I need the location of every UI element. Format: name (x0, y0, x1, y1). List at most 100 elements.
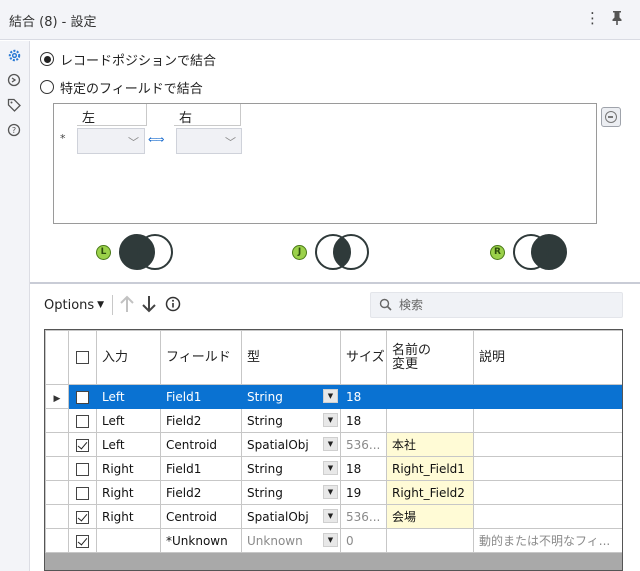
rename-cell[interactable]: Right_Field2 (386, 480, 474, 505)
left-field-dropdown[interactable]: ﹀ (77, 128, 145, 154)
description-cell[interactable] (473, 432, 622, 457)
input-cell: Left (96, 384, 161, 409)
rename-cell[interactable]: 会場 (386, 504, 474, 529)
type-cell[interactable]: String ▼ (241, 480, 341, 505)
rename-cell[interactable]: Right_Field1 (386, 456, 474, 481)
type-dropdown-icon[interactable]: ▼ (323, 389, 338, 403)
join-by-field-radio[interactable] (40, 80, 54, 94)
input-column-header[interactable]: 入力 (96, 330, 161, 385)
row-indicator-header (45, 330, 69, 385)
right-field-dropdown[interactable]: ﹀ (176, 128, 242, 154)
rename-cell[interactable] (386, 528, 474, 553)
select-checkbox-cell[interactable] (68, 384, 97, 409)
type-dropdown-icon[interactable]: ▼ (323, 461, 338, 475)
gear-icon[interactable] (6, 47, 22, 63)
field-cell: Field1 (160, 456, 242, 481)
size-cell[interactable]: 0 (340, 528, 387, 553)
field-column-header[interactable]: フィールド (160, 330, 242, 385)
select-checkbox[interactable] (76, 414, 89, 428)
more-vert-icon[interactable]: ⋮ (585, 9, 600, 27)
rename-cell[interactable] (386, 384, 474, 409)
table-row[interactable]: Right Field2 String ▼ 19 Right_Field2 (45, 480, 622, 505)
table-row[interactable]: Right Field1 String ▼ 18 Right_Field1 (45, 456, 622, 481)
size-column-header[interactable]: サイズ (340, 330, 387, 385)
rename-cell[interactable]: 本社 (386, 432, 474, 457)
table-row[interactable]: *Unknown Unknown ▼ 0 動的または不明なフィ... (45, 528, 622, 553)
select-checkbox-cell[interactable] (68, 432, 97, 457)
select-checkbox[interactable] (76, 486, 89, 500)
select-checkbox-cell[interactable] (68, 408, 97, 433)
row-indicator[interactable] (45, 528, 69, 553)
rename-column-header[interactable]: 名前の変更 (386, 330, 474, 385)
rename-cell[interactable] (386, 408, 474, 433)
remove-field-button[interactable] (601, 107, 621, 127)
type-cell[interactable]: Unknown ▼ (241, 528, 341, 553)
help-icon[interactable]: ? (6, 122, 22, 138)
row-indicator[interactable] (45, 432, 69, 457)
select-checkbox-cell[interactable] (68, 456, 97, 481)
move-up-icon[interactable] (119, 295, 135, 316)
size-cell[interactable]: 18 (340, 456, 387, 481)
select-checkbox[interactable] (76, 390, 89, 404)
type-cell[interactable]: SpatialObj ▼ (241, 504, 341, 529)
select-checkbox-cell[interactable] (68, 504, 97, 529)
header-row: 入力 フィールド 型 サイズ 名前の変更 説明 (45, 330, 622, 385)
options-menu[interactable]: Options ▼ (44, 298, 104, 313)
join-by-field-option[interactable]: 特定のフィールドで結合 (40, 77, 203, 97)
pin-icon[interactable] (610, 10, 624, 29)
select-checkbox[interactable] (76, 534, 89, 548)
info-icon[interactable] (165, 296, 181, 315)
field-cell: Centroid (160, 504, 242, 529)
size-cell[interactable]: 19 (340, 480, 387, 505)
table-row[interactable]: ▶ Left Field1 String ▼ 18 (45, 384, 622, 409)
join-venn-icon (315, 234, 369, 270)
type-column-header[interactable]: 型 (241, 330, 341, 385)
select-checkbox[interactable] (76, 438, 89, 452)
table-row[interactable]: Left Field2 String ▼ 18 (45, 408, 622, 433)
title-bar: 結合 (8) - 設定 ⋮ (0, 0, 640, 40)
type-value: String (247, 413, 283, 428)
table-row[interactable]: Right Centroid SpatialObj ▼ 536... 会場 (45, 504, 622, 529)
join-by-position-option[interactable]: レコードポジションで結合 (40, 49, 216, 69)
row-indicator[interactable]: ▶ (45, 384, 69, 409)
select-all-checkbox[interactable] (76, 350, 89, 364)
connection-icon[interactable] (6, 72, 22, 88)
select-checkbox[interactable] (76, 462, 89, 476)
description-cell[interactable] (473, 480, 622, 505)
search-box[interactable] (370, 292, 623, 318)
search-icon (379, 298, 392, 314)
select-checkbox[interactable] (76, 510, 89, 524)
select-all-checkbox-cell[interactable] (68, 330, 97, 385)
description-cell[interactable] (473, 384, 622, 409)
description-cell[interactable] (473, 504, 622, 529)
description-cell[interactable] (473, 408, 622, 433)
description-cell[interactable] (473, 456, 622, 481)
type-dropdown-icon[interactable]: ▼ (323, 437, 338, 451)
move-down-icon[interactable] (141, 295, 157, 316)
type-cell[interactable]: String ▼ (241, 384, 341, 409)
tag-icon[interactable] (6, 97, 22, 113)
row-indicator[interactable] (45, 456, 69, 481)
row-indicator[interactable] (45, 504, 69, 529)
type-cell[interactable]: SpatialObj ▼ (241, 432, 341, 457)
description-cell[interactable]: 動的または不明なフィ... (473, 528, 622, 553)
type-dropdown-icon[interactable]: ▼ (323, 485, 338, 499)
row-indicator[interactable] (45, 480, 69, 505)
size-cell[interactable]: 18 (340, 384, 387, 409)
table-row[interactable]: Left Centroid SpatialObj ▼ 536... 本社 (45, 432, 622, 457)
description-column-header[interactable]: 説明 (473, 330, 622, 385)
type-dropdown-icon[interactable]: ▼ (323, 533, 338, 547)
search-input[interactable] (397, 295, 617, 315)
type-cell[interactable]: String ▼ (241, 408, 341, 433)
select-checkbox-cell[interactable] (68, 480, 97, 505)
size-cell[interactable]: 536... (340, 504, 387, 529)
type-dropdown-icon[interactable]: ▼ (323, 413, 338, 427)
size-cell[interactable]: 536... (340, 432, 387, 457)
size-cell[interactable]: 18 (340, 408, 387, 433)
select-checkbox-cell[interactable] (68, 528, 97, 553)
join-by-position-radio[interactable] (40, 52, 54, 66)
type-cell[interactable]: String ▼ (241, 456, 341, 481)
row-indicator[interactable] (45, 408, 69, 433)
join-by-field-label: 特定のフィールドで結合 (60, 81, 203, 97)
type-dropdown-icon[interactable]: ▼ (323, 509, 338, 523)
